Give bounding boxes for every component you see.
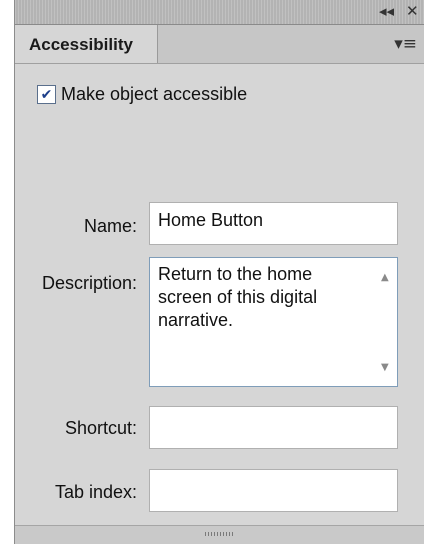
checkmark-icon: ✔ — [40, 86, 53, 103]
resize-grip-icon[interactable] — [205, 532, 233, 536]
panel-titlebar: ◂◂ ✕ — [15, 0, 424, 25]
tab-index-label: Tab index: — [54, 482, 137, 502]
scroll-down-arrow-icon[interactable]: ▼ — [381, 362, 389, 373]
description-field[interactable]: Return to the home screen of this digita… — [149, 257, 398, 387]
description-scrollbar[interactable]: ▲ ▼ — [377, 258, 397, 386]
make-accessible-checkbox[interactable]: ✔ — [37, 85, 56, 104]
description-label: Description: — [41, 273, 137, 293]
shortcut-label: Shortcut: — [64, 418, 137, 438]
name-field[interactable]: Home Button — [149, 202, 398, 245]
make-accessible-row[interactable]: ✔ Make object accessible — [37, 84, 247, 105]
accessibility-panel: ◂◂ ✕ Accessibility ▾≡ ✔ Make object acce… — [14, 0, 424, 544]
shortcut-field[interactable] — [149, 406, 398, 449]
collapse-panel-icon[interactable]: ◂◂ — [379, 3, 394, 19]
tab-index-field[interactable] — [149, 469, 398, 512]
name-label: Name: — [83, 216, 137, 236]
panel-menu-icon[interactable]: ▾≡ — [394, 34, 417, 54]
make-accessible-label[interactable]: Make object accessible — [61, 84, 247, 105]
close-icon[interactable]: ✕ — [406, 3, 419, 19]
tab-accessibility[interactable]: Accessibility — [15, 25, 158, 63]
scroll-up-arrow-icon[interactable]: ▲ — [381, 272, 389, 283]
description-text[interactable]: Return to the home screen of this digita… — [158, 263, 363, 332]
panel-footer — [15, 525, 424, 544]
panel-tab-row: Accessibility ▾≡ — [15, 25, 424, 64]
